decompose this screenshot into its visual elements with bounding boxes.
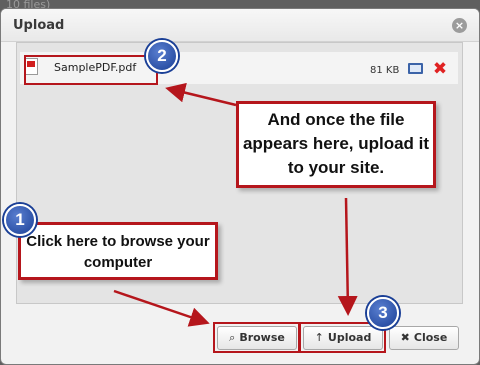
- arrow-to-file: [165, 82, 237, 107]
- step-1-badge: 1: [4, 204, 36, 236]
- callout-browse-instruction: Click here to browse your computer: [18, 222, 218, 280]
- step-3-badge: 3: [367, 297, 399, 329]
- arrow-to-upload: [337, 197, 358, 316]
- step-2-badge: 2: [146, 40, 178, 72]
- callout-upload-instruction: And once the file appears here, upload i…: [236, 101, 436, 188]
- arrow-to-browse: [113, 289, 210, 327]
